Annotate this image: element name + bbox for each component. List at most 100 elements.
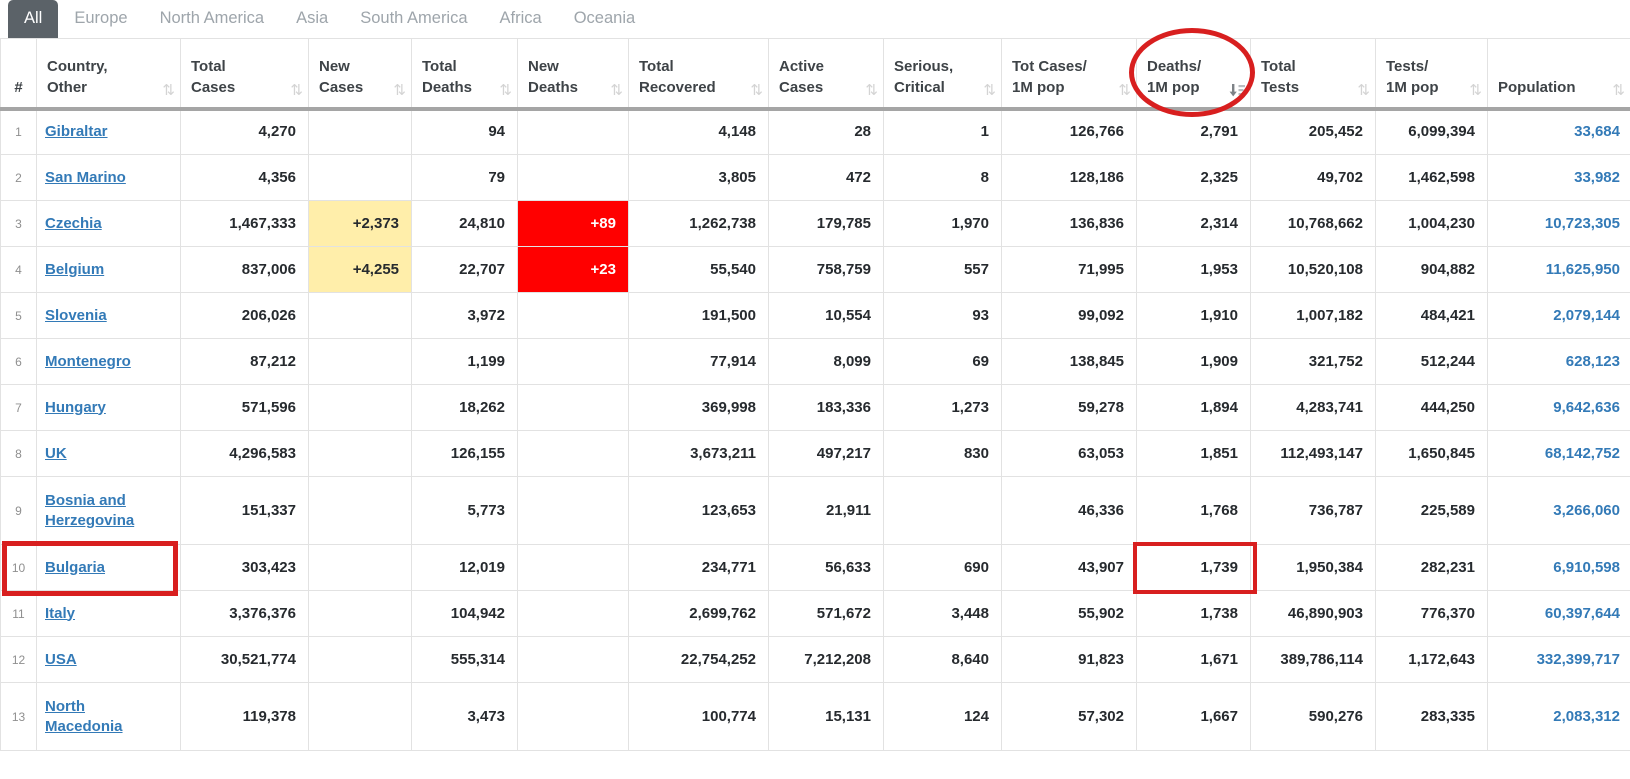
country-link[interactable]: Montenegro xyxy=(45,353,131,370)
col-header-serious-critical[interactable]: Serious, Critical ⇅ xyxy=(883,38,1002,111)
cell-serious-critical: 830 xyxy=(883,430,1002,477)
cell-country: Slovenia xyxy=(36,292,181,339)
table-row: 6 Montenegro 87,212 1,199 77,914 8,099 69 138,8… xyxy=(0,338,1630,385)
cell-total-cases: 837,006 xyxy=(180,246,309,293)
cell-country: Italy xyxy=(36,590,181,637)
tab-oceania[interactable]: Oceania xyxy=(558,0,651,38)
header-label: Cases xyxy=(319,78,364,96)
header-label: Deaths xyxy=(422,78,473,96)
col-header-deaths-per-1m[interactable]: Deaths/ 1M pop xyxy=(1136,38,1251,111)
cell-new-deaths xyxy=(517,544,629,591)
col-header-population[interactable]: Population ⇅ xyxy=(1487,38,1630,111)
table-row: 5 Slovenia 206,026 3,972 191,500 10,554 93 99,0… xyxy=(0,292,1630,339)
header-label: New xyxy=(319,57,350,75)
country-link[interactable]: Slovenia xyxy=(45,307,107,324)
cell-population[interactable]: 2,079,144 xyxy=(1487,292,1630,339)
country-link[interactable]: Hungary xyxy=(45,399,106,416)
tab-asia[interactable]: Asia xyxy=(280,0,344,38)
country-link[interactable]: Bulgaria xyxy=(45,559,105,576)
tab-all[interactable]: All xyxy=(8,0,59,38)
cell-rank: 12 xyxy=(0,636,37,683)
header-label: Population xyxy=(1498,78,1576,96)
tab-north-america[interactable]: North America xyxy=(144,0,281,38)
cell-total-deaths: 18,262 xyxy=(411,384,518,431)
col-header-tests-per-1m[interactable]: Tests/ 1M pop ⇅ xyxy=(1375,38,1488,111)
cell-population[interactable]: 3,266,060 xyxy=(1487,476,1630,545)
cell-total-deaths: 5,773 xyxy=(411,476,518,545)
sort-both-icon[interactable]: ⇅ xyxy=(499,82,512,98)
cell-total-cases: 206,026 xyxy=(180,292,309,339)
cell-tot-cases-1m: 59,278 xyxy=(1001,384,1137,431)
cell-population[interactable]: 332,399,717 xyxy=(1487,636,1630,683)
cell-active-cases: 497,217 xyxy=(768,430,884,477)
cell-total-recovered: 100,774 xyxy=(628,682,769,751)
cell-country: Czechia xyxy=(36,200,181,247)
col-header-new-deaths[interactable]: New Deaths ⇅ xyxy=(517,38,629,111)
sort-both-icon[interactable]: ⇅ xyxy=(1612,82,1625,98)
col-header-country[interactable]: Country, Other ⇅ xyxy=(36,38,181,111)
country-link[interactable]: North Macedonia xyxy=(45,698,123,735)
cell-total-deaths: 3,972 xyxy=(411,292,518,339)
cell-total-recovered: 123,653 xyxy=(628,476,769,545)
cell-tot-cases-1m: 55,902 xyxy=(1001,590,1137,637)
sort-both-icon[interactable]: ⇅ xyxy=(750,82,763,98)
cell-country: Belgium xyxy=(36,246,181,293)
col-header-total-cases[interactable]: Total Cases ⇅ xyxy=(180,38,309,111)
cell-population[interactable]: 2,083,312 xyxy=(1487,682,1630,751)
sort-both-icon[interactable]: ⇅ xyxy=(865,82,878,98)
sort-both-icon[interactable]: ⇅ xyxy=(1118,82,1131,98)
country-link[interactable]: UK xyxy=(45,445,67,462)
country-link[interactable]: Bosnia and Herzegovina xyxy=(45,492,134,529)
col-header-rank: # xyxy=(0,38,37,111)
country-link[interactable]: Italy xyxy=(45,605,75,622)
sort-both-icon[interactable]: ⇅ xyxy=(162,82,175,98)
tab-africa[interactable]: Africa xyxy=(484,0,558,38)
cell-population[interactable]: 33,684 xyxy=(1487,108,1630,155)
cell-population[interactable]: 10,723,305 xyxy=(1487,200,1630,247)
cell-rank: 6 xyxy=(0,338,37,385)
cell-total-tests: 10,520,108 xyxy=(1250,246,1376,293)
sort-both-icon[interactable]: ⇅ xyxy=(610,82,623,98)
cell-population[interactable]: 33,982 xyxy=(1487,154,1630,201)
cell-population[interactable]: 6,910,598 xyxy=(1487,544,1630,591)
cell-serious-critical: 69 xyxy=(883,338,1002,385)
cell-serious-critical xyxy=(883,476,1002,545)
country-link[interactable]: Gibraltar xyxy=(45,123,108,140)
country-link[interactable]: San Marino xyxy=(45,169,126,186)
cell-total-cases: 1,467,333 xyxy=(180,200,309,247)
cell-tot-cases-1m: 138,845 xyxy=(1001,338,1137,385)
tab-europe[interactable]: Europe xyxy=(58,0,143,38)
sort-both-icon[interactable]: ⇅ xyxy=(1357,82,1370,98)
col-header-total-deaths[interactable]: Total Deaths ⇅ xyxy=(411,38,518,111)
cell-tot-cases-1m: 136,836 xyxy=(1001,200,1137,247)
tab-south-america[interactable]: South America xyxy=(344,0,483,38)
header-label: Serious, xyxy=(894,57,954,75)
sort-both-icon[interactable]: ⇅ xyxy=(393,82,406,98)
col-header-active-cases[interactable]: Active Cases ⇅ xyxy=(768,38,884,111)
cell-population[interactable]: 68,142,752 xyxy=(1487,430,1630,477)
cell-serious-critical: 93 xyxy=(883,292,1002,339)
col-header-cases-per-1m[interactable]: Tot Cases/ 1M pop ⇅ xyxy=(1001,38,1137,111)
cell-total-deaths: 1,199 xyxy=(411,338,518,385)
cell-population[interactable]: 60,397,644 xyxy=(1487,590,1630,637)
header-label: Cases xyxy=(779,78,824,96)
sort-both-icon[interactable]: ⇅ xyxy=(290,82,303,98)
sort-both-icon[interactable]: ⇅ xyxy=(1469,82,1482,98)
cell-population[interactable]: 9,642,636 xyxy=(1487,384,1630,431)
cell-deaths-1m: 1,894 xyxy=(1136,384,1251,431)
cell-total-tests: 46,890,903 xyxy=(1250,590,1376,637)
cell-rank: 1 xyxy=(0,108,37,155)
cell-population[interactable]: 11,625,950 xyxy=(1487,246,1630,293)
col-header-new-cases[interactable]: New Cases ⇅ xyxy=(308,38,412,111)
header-label: Other xyxy=(47,78,88,96)
cell-tot-cases-1m: 63,053 xyxy=(1001,430,1137,477)
cell-total-recovered: 191,500 xyxy=(628,292,769,339)
country-link[interactable]: Belgium xyxy=(45,261,104,278)
col-header-total-recovered[interactable]: Total Recovered ⇅ xyxy=(628,38,769,111)
cell-population[interactable]: 628,123 xyxy=(1487,338,1630,385)
sort-descending-active-icon[interactable] xyxy=(1229,83,1245,98)
col-header-total-tests[interactable]: Total Tests ⇅ xyxy=(1250,38,1376,111)
country-link[interactable]: Czechia xyxy=(45,215,102,232)
country-link[interactable]: USA xyxy=(45,651,77,668)
sort-both-icon[interactable]: ⇅ xyxy=(983,82,996,98)
